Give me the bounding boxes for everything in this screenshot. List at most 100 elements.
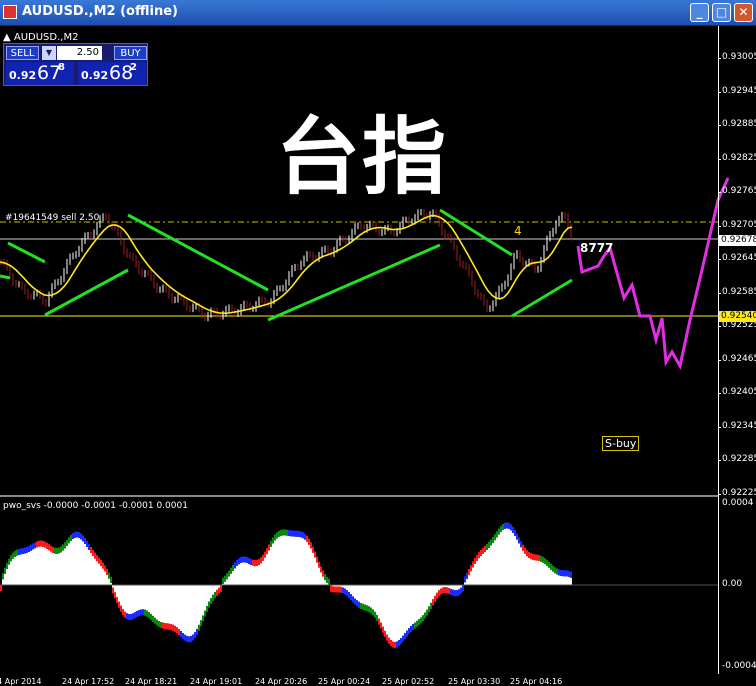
histogram-bar-cap [126,613,128,619]
histogram-bar [434,585,436,596]
histogram-bar [310,548,312,585]
histogram-bar-cap [570,572,572,578]
histogram-bar [320,572,322,585]
histogram-bar-cap [538,555,540,561]
histogram-bar [298,537,300,585]
histogram-bar [20,554,22,585]
histogram-bar-cap [66,540,68,546]
buy-price-button[interactable]: 0.92 68 2 [78,62,146,85]
histogram-bar-cap [548,562,550,568]
histogram-bar [370,585,372,608]
histogram-bar-cap [316,557,318,563]
histogram-bar [458,585,460,589]
histogram-bar-cap [360,603,362,609]
histogram-bar-cap [370,608,372,614]
histogram-bar [384,585,386,631]
histogram-bar [60,552,62,585]
histogram-bar-cap [470,565,472,571]
histogram-bar [4,574,6,585]
histogram-bar-cap [300,531,302,537]
histogram-bar [14,557,16,585]
channel-line [0,276,10,278]
histogram-bar-cap [26,547,28,553]
histogram-bar-cap [482,548,484,554]
histogram-bar-cap [566,570,568,576]
histogram-bar [366,585,368,605]
level-label: 8777 [580,241,613,255]
histogram-bar [158,585,160,621]
histogram-bar-cap [322,571,324,577]
buy-button[interactable]: BUY [114,46,147,60]
histogram-bar-cap [170,624,172,630]
histogram-bar-cap [338,587,340,593]
histogram-bar-cap [410,626,412,632]
histogram-bar [176,585,178,627]
lot-size-input[interactable]: 2.50 [57,46,102,60]
histogram-bar-cap [224,576,226,582]
lot-dropdown-icon[interactable]: ▼ [42,46,56,60]
histogram-bar [52,553,54,585]
histogram-bar [258,565,260,585]
histogram-bar-cap [78,532,80,538]
histogram-bar-cap [12,553,14,559]
histogram-bar-cap [350,594,352,600]
histogram-bar-cap [294,531,296,537]
histogram-bar [482,554,484,585]
histogram-bar [250,565,252,585]
histogram-bar [508,529,510,585]
histogram-bar [522,551,524,585]
histogram-bar [80,539,82,585]
histogram-bar-cap [132,613,134,619]
histogram-bar [276,538,278,585]
histogram-bar [34,548,36,585]
histogram-bar-cap [218,588,220,594]
histogram-bar-cap [412,624,414,630]
histogram-bar-cap [180,631,182,637]
sell-price-button[interactable]: 0.92 67 8 [6,62,74,85]
histogram-bar-cap [434,596,436,602]
histogram-bar-cap [486,544,488,550]
histogram-bar [8,565,10,585]
histogram-bar [318,568,320,585]
histogram-bar-cap [476,555,478,561]
histogram-bar [114,585,116,592]
histogram-bar [58,554,60,585]
indicator-separator[interactable] [0,495,718,497]
histogram-bar-cap [544,558,546,564]
histogram-bar-cap [392,642,394,648]
histogram-bar [284,535,286,585]
histogram-bar [570,578,572,585]
histogram-bar [124,585,126,612]
histogram-bar [254,566,256,585]
histogram-bar [302,538,304,585]
histogram-bar [244,562,246,585]
histogram-bar [564,576,566,585]
price-tick: 0.92405 [722,387,756,397]
histogram-bar [140,585,142,609]
histogram-bar-cap [532,554,534,560]
histogram-bar-cap [204,611,206,617]
histogram-bar [36,547,38,585]
histogram-bar [314,558,316,585]
histogram-bar [532,560,534,585]
histogram-bar [306,542,308,585]
histogram-bar [192,585,194,635]
histogram-bar [68,543,70,585]
histogram-bar-cap [526,550,528,556]
histogram-bar-cap [382,627,384,633]
sell-button[interactable]: SELL [6,46,39,60]
histogram-bar [156,585,158,620]
histogram-bar [362,585,364,604]
histogram-bar-cap [304,534,306,540]
histogram-bar [6,569,8,585]
histogram-bar-cap [190,636,192,642]
histogram-bar [138,585,140,610]
histogram-bar [404,585,406,633]
histogram-bar-cap [552,566,554,572]
histogram-bar-cap [424,613,426,619]
histogram-bar [452,585,454,590]
histogram-bar-cap [184,635,186,641]
histogram-bar-cap [420,617,422,623]
signal-label[interactable]: S-buy [602,436,639,451]
histogram-bar-cap [202,615,204,621]
